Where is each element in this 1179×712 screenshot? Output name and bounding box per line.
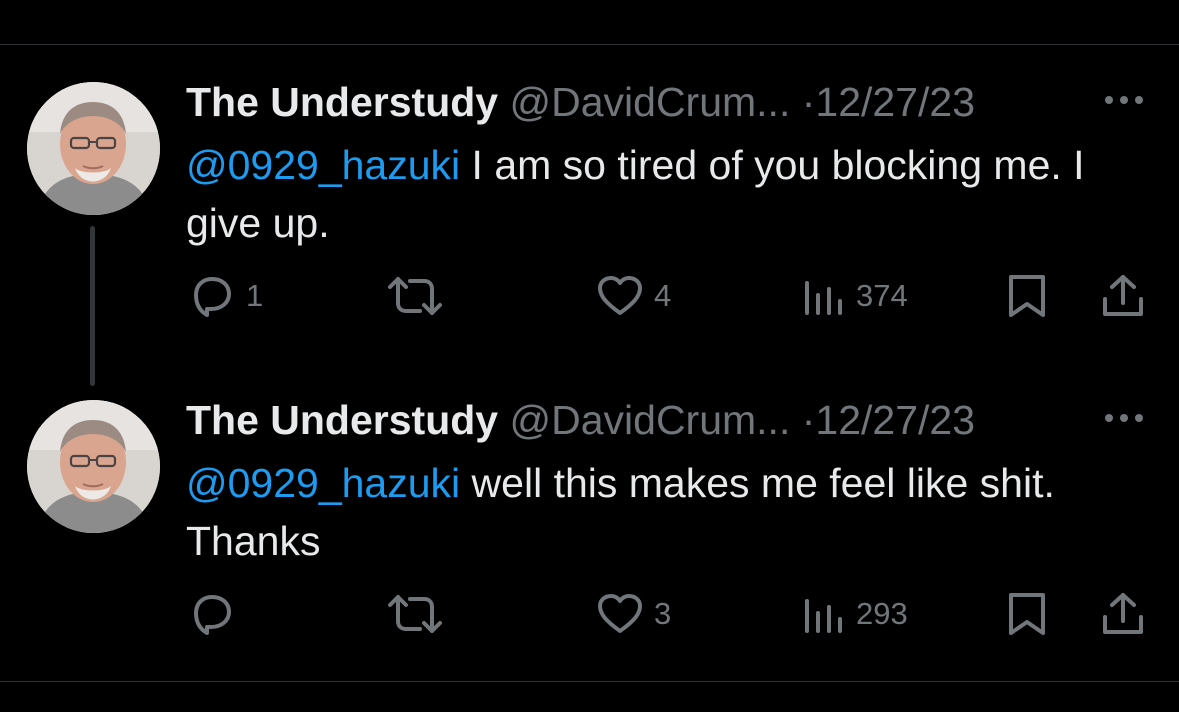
tweet[interactable]: The Understudy @DavidCrum... ·12/27/23 @… (0, 80, 1179, 380)
more-options-icon[interactable] (1101, 92, 1147, 108)
view-count: 293 (856, 596, 908, 631)
tweet-text: @0929_hazuki I am so tired of you blocki… (186, 136, 1146, 252)
views-button[interactable]: 374 (802, 273, 908, 319)
mention-link[interactable]: @0929_hazuki (186, 460, 460, 506)
share-icon (1103, 593, 1143, 634)
avatar[interactable] (27, 400, 160, 533)
retweet-button[interactable] (386, 273, 454, 319)
tweet[interactable]: The Understudy @DavidCrum... ·12/27/23 @… (0, 398, 1179, 698)
views-button[interactable]: 293 (802, 591, 908, 637)
separator-dot: · (801, 79, 816, 125)
bookmark-icon (1009, 275, 1045, 317)
reply-icon (194, 277, 231, 317)
like-button[interactable]: 3 (596, 591, 671, 637)
display-name[interactable]: The Understudy (186, 397, 498, 443)
chevron-down-icon (1013, 0, 1047, 4)
views-chart-icon (805, 281, 842, 315)
reply-button[interactable]: 1 (188, 273, 263, 319)
share-button[interactable] (1100, 591, 1146, 637)
tweet-header: The Understudy @DavidCrum... ·12/27/23 (186, 398, 975, 442)
like-count: 3 (654, 596, 672, 631)
user-handle[interactable]: @DavidCrum... (510, 397, 791, 443)
heart-icon (598, 594, 642, 633)
share-icon (1103, 275, 1143, 316)
display-name[interactable]: The Understudy (186, 79, 498, 125)
tweet-text: @0929_hazuki well this makes me feel lik… (186, 454, 1146, 570)
views-chart-icon (805, 599, 842, 633)
more-options-icon[interactable] (1101, 410, 1147, 426)
avatar[interactable] (27, 82, 160, 215)
tweet-date[interactable]: 12/27/23 (815, 397, 975, 443)
tweet-actions: 1 4 374 (0, 273, 1179, 319)
view-count: 374 (856, 278, 908, 313)
reply-count: 1 (246, 278, 264, 313)
top-divider (0, 44, 1179, 45)
tweet-actions: 3 293 (0, 591, 1179, 637)
retweet-icon (388, 277, 442, 315)
tweet-date[interactable]: 12/27/23 (815, 79, 975, 125)
like-count: 4 (654, 278, 672, 313)
user-handle[interactable]: @DavidCrum... (510, 79, 791, 125)
separator-dot: · (801, 397, 816, 443)
retweet-button[interactable] (386, 591, 454, 637)
tweet-header: The Understudy @DavidCrum... ·12/27/23 (186, 80, 975, 124)
like-button[interactable]: 4 (596, 273, 671, 319)
bookmark-button[interactable] (1006, 591, 1048, 637)
bookmark-button[interactable] (1006, 273, 1048, 319)
bookmark-icon (1009, 593, 1045, 635)
share-button[interactable] (1100, 273, 1146, 319)
reply-button[interactable] (188, 591, 246, 637)
bottom-divider (0, 681, 1179, 682)
mention-link[interactable]: @0929_hazuki (186, 142, 460, 188)
heart-icon (598, 276, 642, 315)
reply-icon (194, 595, 231, 635)
retweet-icon (388, 595, 442, 633)
